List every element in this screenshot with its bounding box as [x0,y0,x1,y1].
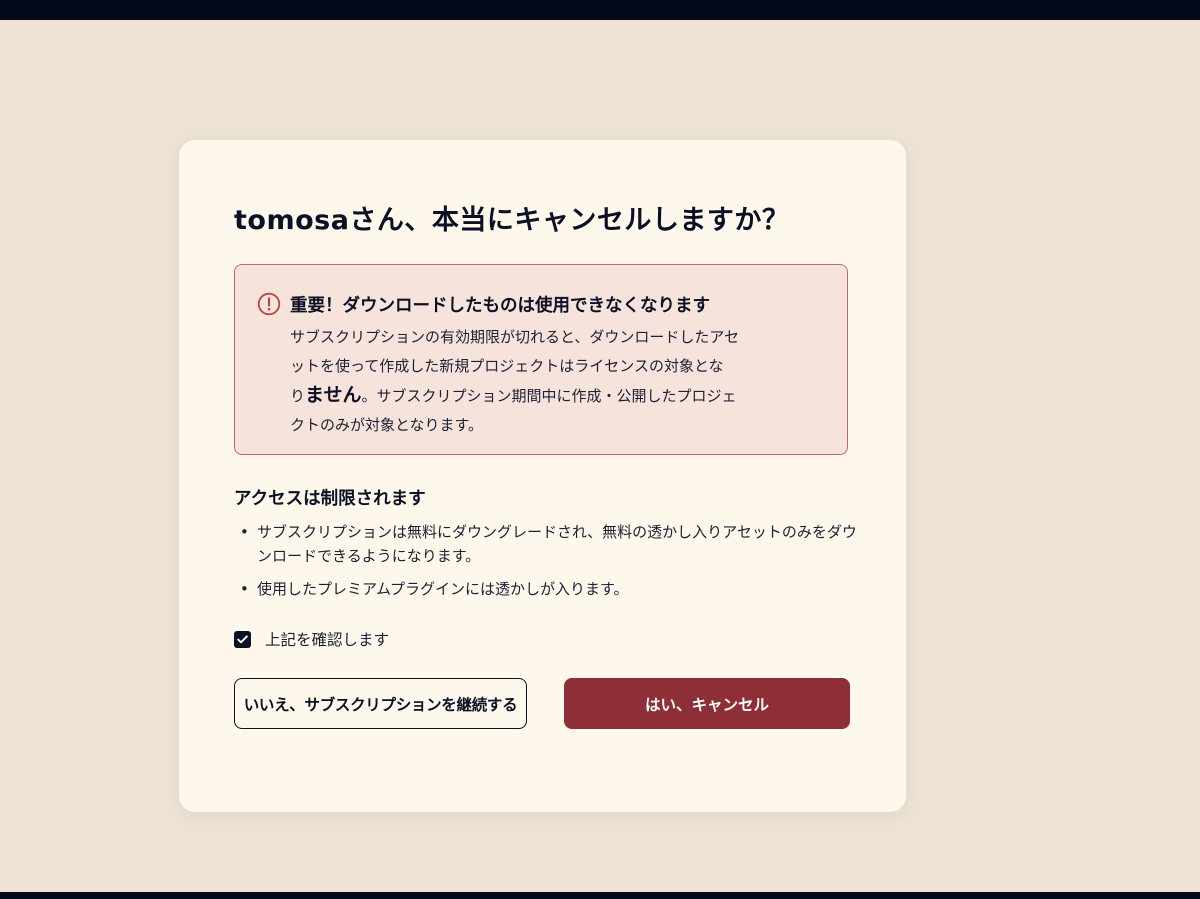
list-item: • 使用したプレミアムプラグインには透かしが入ります。 [234,577,859,601]
warning-emphasis: ません [305,384,362,406]
warning-body-line: 。サブスクリプション期間中に作成・公開したプロジェ [361,387,737,405]
bullet-dot: • [240,523,249,541]
cancel-subscription-dialog: tomosaさん、本当にキャンセルしますか？ 重要！ダウンロードしたものは使用で… [179,140,906,812]
access-heading: アクセスは制限されます [234,489,426,509]
warning-body-line: り [290,387,306,405]
warning-body: サブスクリプションの有効期限が切れると、ダウンロードしたアセ ットを使って作成し… [290,323,790,440]
dialog-title: tomosaさん、本当にキャンセルしますか？ [234,205,790,236]
warning-box: 重要！ダウンロードしたものは使用できなくなります サブスクリプションの有効期限が… [234,264,848,455]
confirm-label[interactable]: 上記を確認します [265,628,389,650]
alert-circle-icon [257,292,281,316]
list-item-text: 使用したプレミアムプラグインには透かしが入ります。 [257,580,629,598]
keep-subscription-button[interactable]: いいえ、サブスクリプションを継続する [234,678,527,729]
bullet-dot: • [240,580,249,598]
warning-body-line: ットを使って作成した新規プロジェクトはライセンスの対象とな [290,357,724,375]
warning-body-line: クトのみが対象となります。 [290,416,484,434]
checkmark-icon [237,634,248,643]
bottom-window-bar [0,892,1200,899]
top-window-bar [0,0,1200,20]
confirm-cancel-button[interactable]: はい、キャンセル [564,678,850,729]
access-list: • サブスクリプションは無料にダウングレードされ、無料の透かし入りアセットのみを… [234,520,859,610]
confirm-checkbox[interactable] [234,630,251,648]
confirm-checkbox-row[interactable]: 上記を確認します [234,628,389,650]
list-item: • サブスクリプションは無料にダウングレードされ、無料の透かし入りアセットのみを… [234,520,859,568]
warning-title: 重要！ダウンロードしたものは使用できなくなります [290,296,710,316]
warning-body-line: サブスクリプションの有効期限が切れると、ダウンロードしたアセ [290,328,740,346]
list-item-text: サブスクリプションは無料にダウングレードされ、無料の透かし入りアセットのみをダウ… [257,523,857,565]
